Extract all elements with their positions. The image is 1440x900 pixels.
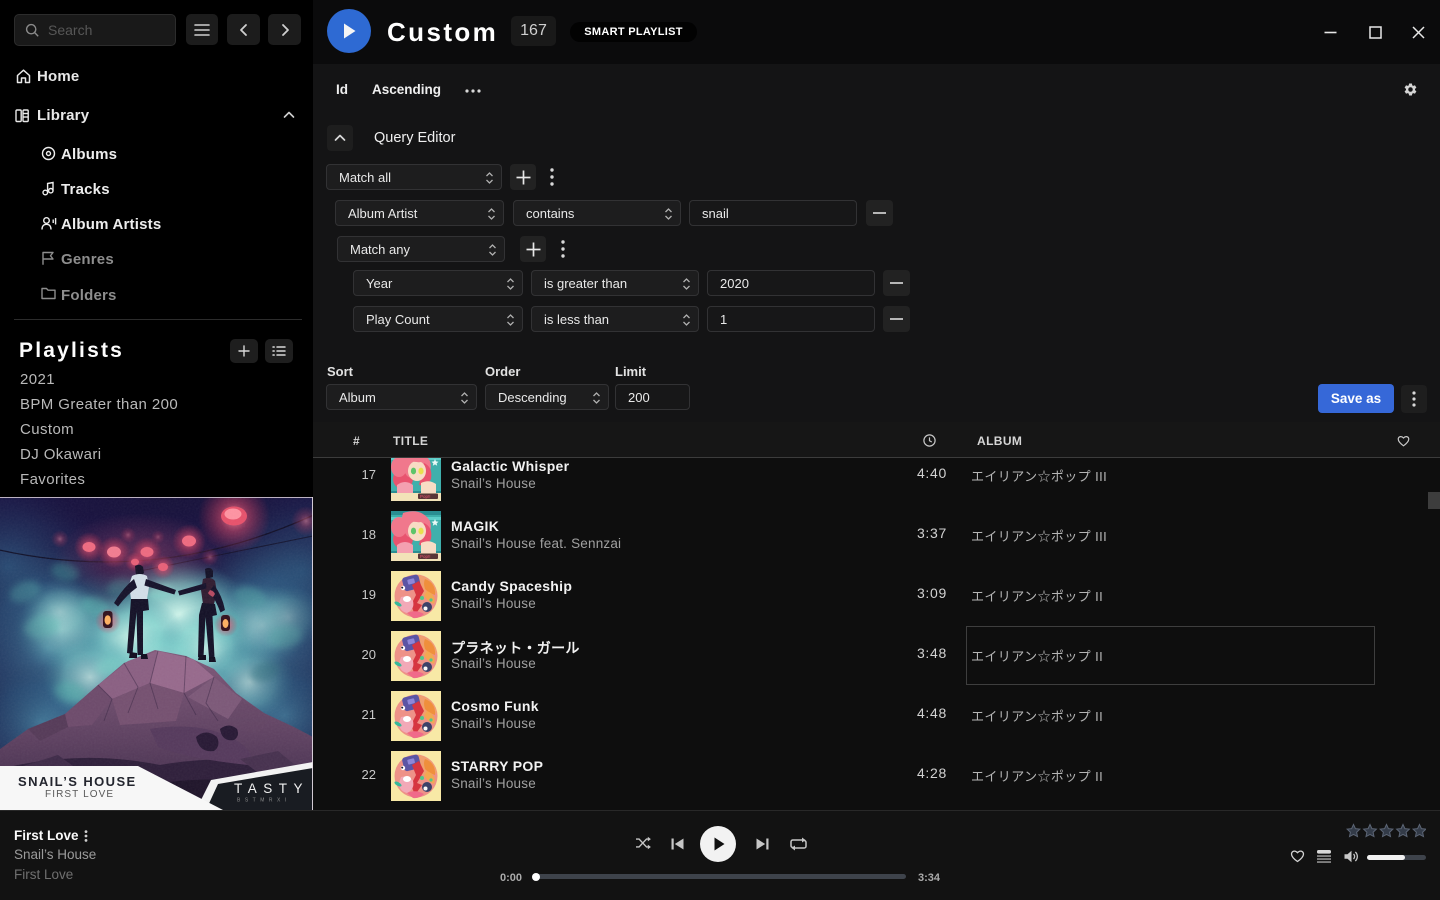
svg-text:SNAIL’S HOUSE: SNAIL’S HOUSE [18,774,137,789]
svg-text:TASTY: TASTY [234,781,309,796]
svg-text:FIRST LOVE: FIRST LOVE [45,789,114,800]
svg-text:BSTMRXI: BSTMRXI [237,798,291,804]
